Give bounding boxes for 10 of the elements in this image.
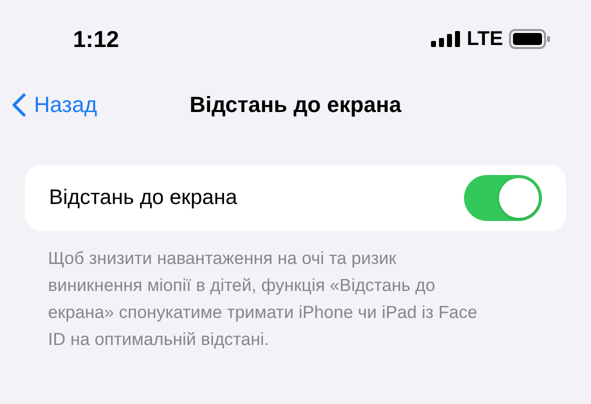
back-button[interactable]: Назад xyxy=(12,92,98,118)
footer-description: Щоб знизити навантаження на очі та ризик виникнення міопії в дітей, функція «Відстань до екрана» спонукатиме тримати iPhone чи iPad із Face ID на оптимальній відстані. xyxy=(48,247,478,351)
status-time: 1:12 xyxy=(73,26,120,52)
toggle-switch[interactable] xyxy=(464,175,542,221)
setting-label: Відстань до екрана xyxy=(49,186,238,210)
battery-icon xyxy=(509,29,551,49)
signal-icon xyxy=(430,31,461,47)
page-title: Відстань до екрана xyxy=(190,92,402,118)
chevron-left-icon xyxy=(12,93,26,117)
network-label: LTE xyxy=(466,28,503,50)
